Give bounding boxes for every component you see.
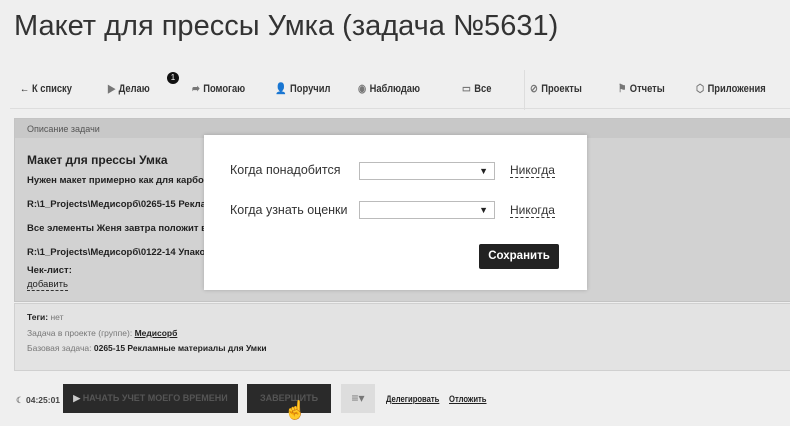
base-task-value: 0265-15 Рекламные материалы для Умки bbox=[93, 343, 267, 353]
eye-icon: ◉ bbox=[358, 83, 367, 95]
tab-reports[interactable]: ⚑ Отчеты bbox=[618, 82, 665, 95]
base-task-label: Базовая задача: bbox=[27, 343, 92, 353]
clock-icon: ☾ bbox=[16, 395, 24, 405]
menu-icon: ≡▾ bbox=[351, 391, 365, 405]
timer-value: 04:25:01 bbox=[26, 395, 61, 405]
doing-count-badge: 1 bbox=[167, 72, 179, 84]
inbox-icon: ▭ bbox=[462, 83, 471, 95]
when-estimate-select[interactable]: ▼ bbox=[359, 201, 495, 219]
tab-label: Наблюдаю bbox=[369, 83, 420, 95]
hand-cursor-icon: ☝ bbox=[284, 400, 307, 420]
timer: ☾ 04:25:01 bbox=[16, 395, 60, 406]
tab-label: Делаю bbox=[118, 83, 150, 95]
flag-icon: ⚑ bbox=[618, 83, 627, 95]
project-link[interactable]: Медисорб bbox=[135, 328, 178, 338]
when-estimate-label: Когда узнать оценки bbox=[230, 203, 348, 217]
play-icon: ▶ bbox=[108, 83, 116, 95]
tab-label: Проекты bbox=[541, 83, 582, 95]
button-label: НАЧАТЬ УЧЕТ МОЕГО ВРЕМЕНИ bbox=[82, 393, 228, 403]
start-time-tracking-button[interactable]: ▶ НАЧАТЬ УЧЕТ МОЕГО ВРЕМЕНИ bbox=[63, 384, 238, 413]
description-line: R:\1_Projects\Медисорб\0265-15 Рекламные bbox=[27, 199, 233, 210]
tags-value: нет bbox=[50, 312, 64, 322]
checklist-label: Чек-лист: bbox=[27, 265, 72, 276]
task-title: Макет для прессы Умка bbox=[27, 153, 168, 167]
tags-label: Теги: bbox=[27, 312, 49, 322]
tab-assigned[interactable]: 👤 Поручил bbox=[275, 82, 330, 95]
never-link[interactable]: Никогда bbox=[510, 203, 555, 218]
tab-label: Все bbox=[474, 83, 492, 95]
when-needed-label: Когда понадобится bbox=[230, 163, 341, 177]
nav-bar: ← К списку ▶ Делаю 1 ➦ Помогаю 👤 Поручил ◉ Н… bbox=[10, 70, 790, 110]
tab-watching[interactable]: ◉ Наблюдаю bbox=[358, 82, 420, 95]
never-link[interactable]: Никогда bbox=[510, 163, 555, 178]
meta-panel: Теги: нет Задача в проекте (группе): Мед… bbox=[14, 303, 790, 371]
postpone-link[interactable]: Отложить bbox=[449, 394, 487, 404]
chevron-down-icon: ▼ bbox=[479, 166, 488, 176]
page-title: Макет для прессы Умка (задача №5631) bbox=[14, 10, 559, 42]
deadline-modal: Когда понадобится ▼ Никогда Когда узнать… bbox=[204, 135, 587, 290]
tab-all[interactable]: ▭ Все bbox=[462, 82, 491, 95]
tab-label: Помогаю bbox=[203, 83, 246, 95]
user-icon: 👤 bbox=[275, 83, 287, 95]
back-to-list-link[interactable]: ← К списку bbox=[20, 83, 72, 95]
tab-apps[interactable]: ⬡ Приложения bbox=[696, 82, 766, 95]
tab-label: Приложения bbox=[707, 83, 766, 95]
chevron-down-icon: ▼ bbox=[479, 205, 488, 215]
tab-helping[interactable]: ➦ Помогаю bbox=[192, 82, 245, 95]
nav-divider bbox=[524, 70, 525, 110]
add-checklist-link[interactable]: добавить bbox=[27, 279, 68, 291]
project-label: Задача в проекте (группе): bbox=[27, 328, 133, 338]
menu-dropdown-button[interactable]: ≡▾ bbox=[341, 384, 375, 413]
delegate-link[interactable]: Делегировать bbox=[386, 394, 439, 404]
share-arrow-icon: ➦ bbox=[192, 83, 200, 95]
description-line: R:\1_Projects\Медисорб\0122-14 Упаковка … bbox=[27, 247, 230, 258]
cube-icon: ⬡ bbox=[696, 83, 705, 95]
description-line: Нужен макет примерно как для карбопекта bbox=[27, 175, 230, 186]
tab-label: Поручил bbox=[290, 83, 331, 95]
tab-projects[interactable]: ⊘ Проекты bbox=[530, 82, 582, 95]
when-needed-select[interactable]: ▼ bbox=[359, 162, 495, 180]
compass-icon: ⊘ bbox=[530, 83, 538, 95]
tab-label: Отчеты bbox=[629, 83, 665, 95]
tab-doing[interactable]: ▶ Делаю bbox=[108, 82, 150, 95]
description-line: Все элементы Женя завтра положит в мате bbox=[27, 223, 232, 234]
play-icon: ▶ bbox=[73, 393, 81, 403]
save-button[interactable]: Сохранить bbox=[479, 244, 559, 269]
